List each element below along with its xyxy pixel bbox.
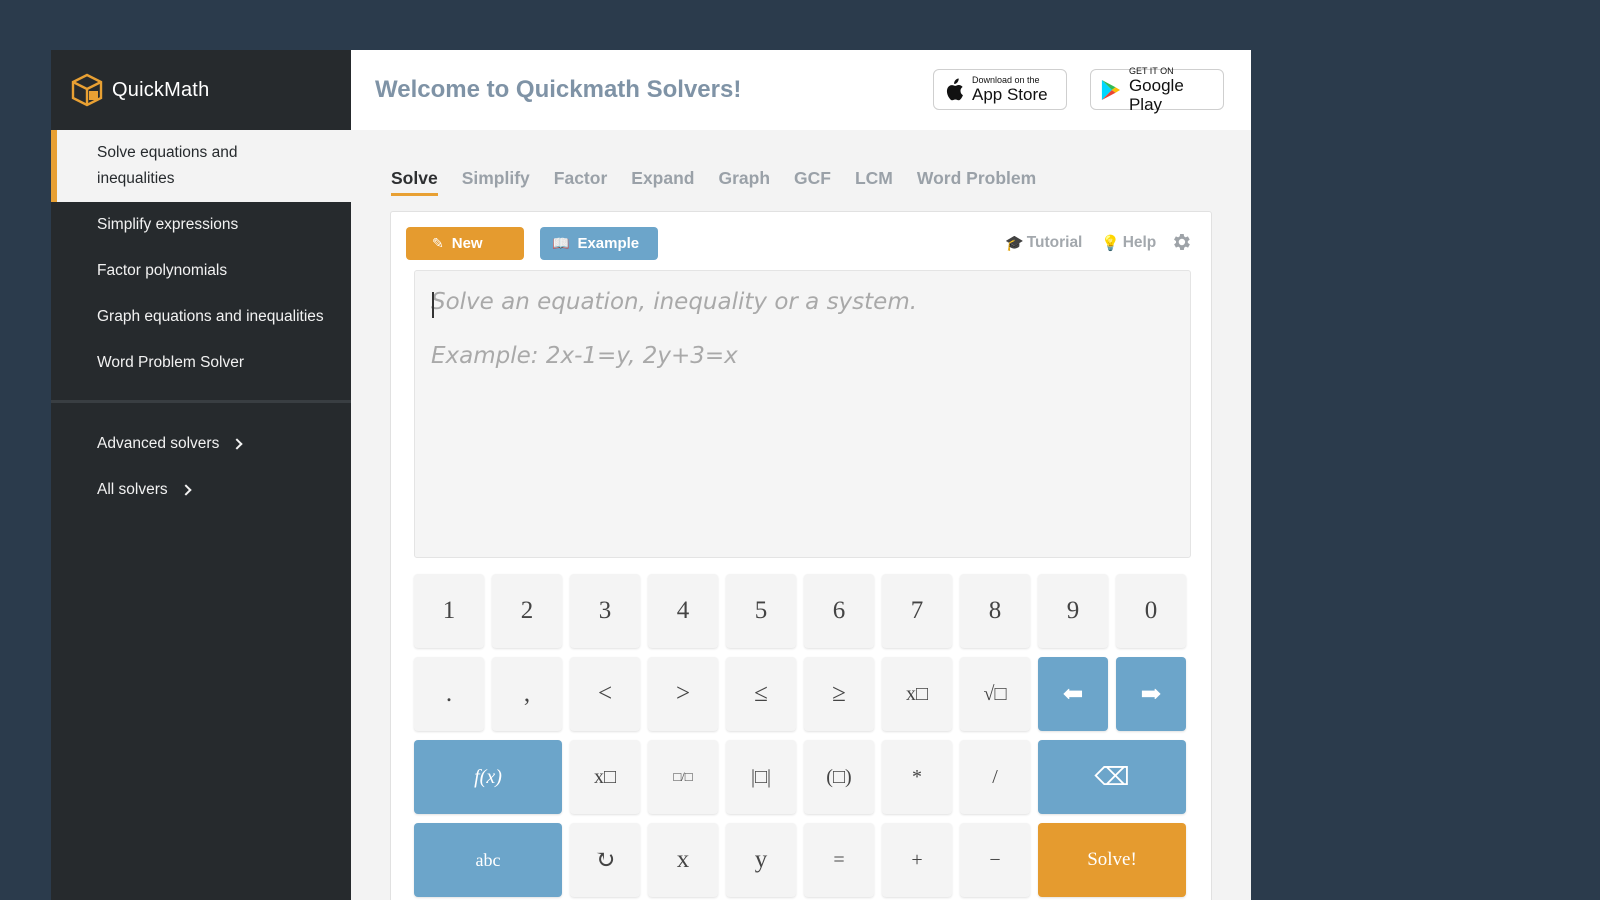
tutorial-label: Tutorial <box>1026 234 1083 251</box>
tab-graph[interactable]: Graph <box>718 168 770 196</box>
backspace-key[interactable]: ⌫ <box>1038 740 1186 814</box>
key-equals[interactable]: = <box>804 823 874 897</box>
app-store-small-text: Download on the <box>972 75 1040 85</box>
page-title: Welcome to Quickmath Solvers! <box>375 76 742 103</box>
key-comma[interactable]: , <box>492 657 562 731</box>
sidebar-item-label: Solve equations and inequalities <box>97 144 238 187</box>
solve-button[interactable]: Solve! <box>1038 823 1186 897</box>
key-greater-equal[interactable]: ≥ <box>804 657 874 731</box>
help-label: Help <box>1122 234 1157 251</box>
tab-factor[interactable]: Factor <box>554 168 607 196</box>
key-fraction[interactable]: □/□ <box>648 740 718 814</box>
sidebar-nav: Solve equations and inequalities Simplif… <box>51 130 351 386</box>
advanced-solvers-label: Advanced solvers <box>97 435 220 452</box>
advanced-solvers-link[interactable]: Advanced solvers <box>51 421 351 467</box>
key-subscript[interactable]: x□ <box>570 740 640 814</box>
equation-input[interactable]: Solve an equation, inequality or a syste… <box>414 270 1191 558</box>
tab-gcf[interactable]: GCF <box>794 168 831 196</box>
placeholder-line-1: Solve an equation, inequality or a syste… <box>431 289 918 315</box>
tutorial-link[interactable]: 🎓 Tutorial <box>1005 234 1082 252</box>
graduation-cap-icon: 🎓 <box>1005 235 1024 252</box>
sidebar-item-graph[interactable]: Graph equations and inequalities <box>51 294 351 340</box>
tab-simplify[interactable]: Simplify <box>462 168 530 196</box>
key-minus[interactable]: − <box>960 823 1030 897</box>
key-x[interactable]: x <box>648 823 718 897</box>
arrow-left-key[interactable]: ⬅ <box>1038 657 1108 731</box>
chevron-right-icon <box>179 484 192 496</box>
key-9[interactable]: 9 <box>1038 574 1108 648</box>
key-power[interactable]: x□ <box>882 657 952 731</box>
brand-logo[interactable]: QuickMath <box>51 50 351 130</box>
key-4[interactable]: 4 <box>648 574 718 648</box>
help-link[interactable]: 💡 Help <box>1101 234 1156 252</box>
key-parentheses[interactable]: (□) <box>804 740 874 814</box>
google-play-big-text: Google Play <box>1128 75 1184 114</box>
new-button-label: New <box>451 235 483 252</box>
key-7[interactable]: 7 <box>882 574 952 648</box>
key-8[interactable]: 8 <box>960 574 1030 648</box>
sidebar-item-factor[interactable]: Factor polynomials <box>51 248 351 294</box>
new-button[interactable]: ✎ New <box>406 227 524 260</box>
sidebar-item-label: Graph equations and inequalities <box>97 308 324 325</box>
cube-logo-icon <box>71 73 103 107</box>
key-6[interactable]: 6 <box>804 574 874 648</box>
lightbulb-icon: 💡 <box>1101 235 1120 252</box>
tab-word-problem[interactable]: Word Problem <box>917 168 1036 196</box>
tab-expand[interactable]: Expand <box>631 168 694 196</box>
key-redo[interactable]: ↻ <box>570 823 640 897</box>
key-2[interactable]: 2 <box>492 574 562 648</box>
key-y[interactable]: y <box>726 823 796 897</box>
key-sqrt[interactable]: √□ <box>960 657 1030 731</box>
sidebar-item-solve[interactable]: Solve equations and inequalities <box>51 130 351 202</box>
book-icon: 📖 <box>552 235 570 251</box>
sidebar-item-word-problem[interactable]: Word Problem Solver <box>51 340 351 386</box>
tab-lcm[interactable]: LCM <box>855 168 893 196</box>
sidebar-item-simplify[interactable]: Simplify expressions <box>51 202 351 248</box>
example-button[interactable]: 📖 Example <box>540 227 658 260</box>
sidebar-item-label: Factor polynomials <box>97 262 228 279</box>
key-divide[interactable]: / <box>960 740 1030 814</box>
google-play-button[interactable]: GET IT ON Google Play <box>1090 65 1224 114</box>
key-decimal[interactable]: . <box>414 657 484 731</box>
functions-key[interactable]: f(x) <box>414 740 562 814</box>
gear-icon <box>1174 234 1190 250</box>
chevron-right-icon <box>231 438 244 450</box>
key-3[interactable]: 3 <box>570 574 640 648</box>
top-bar: Welcome to Quickmath Solvers! Download o… <box>351 50 1251 130</box>
brand-name: QuickMath <box>112 78 210 101</box>
tab-solve[interactable]: Solve <box>391 168 438 196</box>
key-5[interactable]: 5 <box>726 574 796 648</box>
sidebar-item-label: Simplify expressions <box>97 216 239 233</box>
google-play-icon <box>1101 79 1121 100</box>
key-plus[interactable]: + <box>882 823 952 897</box>
key-less-equal[interactable]: ≤ <box>726 657 796 731</box>
text-cursor <box>432 292 434 318</box>
key-1[interactable]: 1 <box>414 574 484 648</box>
apple-icon <box>946 78 963 100</box>
key-absolute[interactable]: |□| <box>726 740 796 814</box>
abc-key[interactable]: abc <box>414 823 562 897</box>
app-window: QuickMath Solve equations and inequaliti… <box>51 50 1251 900</box>
all-solvers-link[interactable]: All solvers <box>51 467 351 513</box>
key-multiply[interactable]: * <box>882 740 952 814</box>
arrow-right-key[interactable]: ➡ <box>1116 657 1186 731</box>
sidebar: QuickMath Solve equations and inequaliti… <box>51 50 351 900</box>
sidebar-item-label: Word Problem Solver <box>97 354 245 371</box>
sidebar-divider <box>51 400 351 403</box>
placeholder-line-2: Example: 2x-1=y, 2y+3=x <box>431 343 738 369</box>
solver-tabs: Solve Simplify Factor Expand Graph GCF L… <box>391 168 1060 196</box>
pencil-icon: ✎ <box>432 235 444 251</box>
main-content: Welcome to Quickmath Solvers! Download o… <box>351 50 1251 900</box>
app-store-big-text: App Store <box>972 85 1048 104</box>
google-play-small-text: GET IT ON <box>1128 65 1174 76</box>
key-less-than[interactable]: < <box>570 657 640 731</box>
settings-button[interactable] <box>1170 231 1192 253</box>
app-store-button[interactable]: Download on the App Store <box>933 69 1067 110</box>
key-greater-than[interactable]: > <box>648 657 718 731</box>
all-solvers-label: All solvers <box>97 481 168 498</box>
key-0[interactable]: 0 <box>1116 574 1186 648</box>
solver-panel: ✎ New 📖 Example 🎓 Tutorial 💡 Help Solve … <box>390 211 1212 900</box>
example-button-label: Example <box>577 235 640 252</box>
